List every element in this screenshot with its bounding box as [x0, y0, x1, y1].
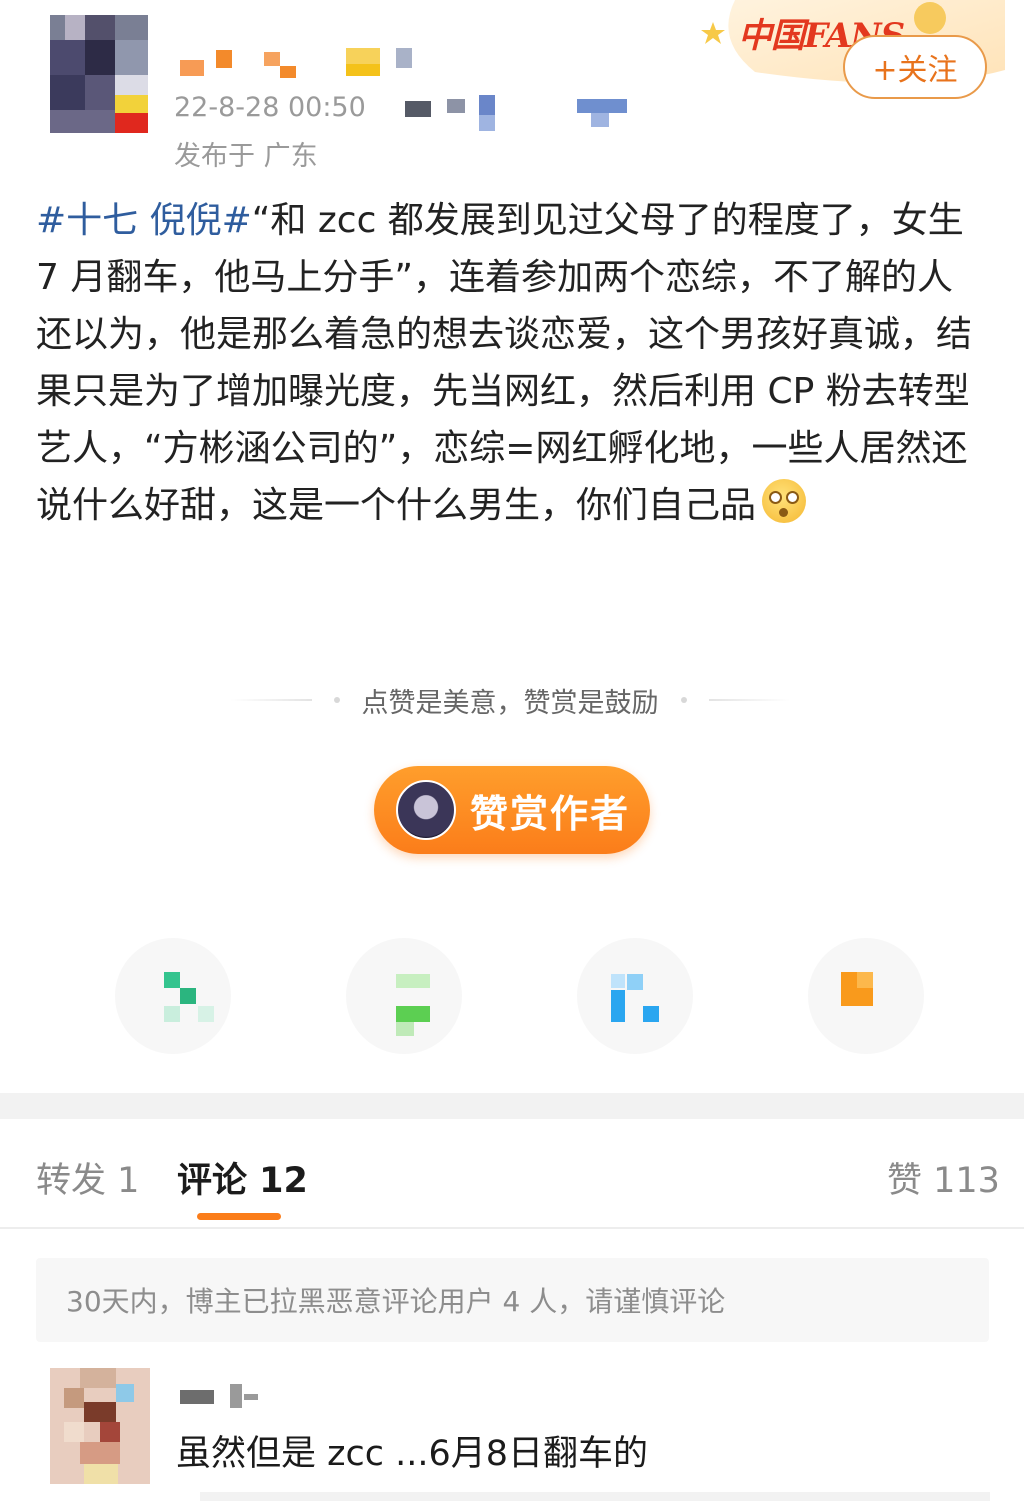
reward-avatar: [396, 780, 456, 840]
reward-tip-line: 点赞是美意，赞赏是鼓励: [230, 683, 790, 719]
tab-repost[interactable]: 转发 1: [36, 1152, 139, 1203]
active-tab-indicator: [197, 1213, 281, 1220]
supporter-avatar[interactable]: [577, 938, 693, 1054]
post-location: 发布于 广东: [174, 141, 318, 172]
divider: [230, 699, 312, 701]
tab-likes[interactable]: 赞 113: [887, 1152, 1000, 1203]
post-timestamp: 22-8-28 00:50: [174, 92, 366, 123]
reward-tip: 点赞是美意，赞赏是鼓励: [361, 687, 659, 719]
commenter-avatar[interactable]: [50, 1368, 150, 1484]
author-name-redacted[interactable]: [180, 48, 420, 80]
supporter-avatar[interactable]: [808, 938, 924, 1054]
comment-footer-bar: [200, 1492, 990, 1501]
reward-author-button[interactable]: 赞赏作者: [374, 766, 650, 854]
author-avatar[interactable]: [50, 15, 148, 133]
comment-notice-text: 30天内，博主已拉黑恶意评论用户 4 人，请谨慎评论: [66, 1285, 726, 1318]
topic-hashtag[interactable]: #十七 倪倪#: [36, 200, 252, 241]
divider-dot: [680, 697, 687, 703]
comment-notice: 30天内，博主已拉黑恶意评论用户 4 人，请谨慎评论: [36, 1258, 989, 1342]
comment-text: 虽然但是 zcc ...6月8日翻车的: [176, 1434, 649, 1474]
divider: [708, 699, 790, 701]
commenter-name-redacted[interactable]: [180, 1382, 270, 1410]
section-separator: [0, 1093, 1024, 1119]
divider-dot: [333, 697, 340, 703]
tab-comments[interactable]: 评论 12: [177, 1152, 308, 1203]
supporter-avatar[interactable]: [115, 938, 231, 1054]
supporter-avatar[interactable]: [346, 938, 462, 1054]
follow-label: +关注: [872, 53, 958, 88]
post-source-redacted: [405, 95, 635, 133]
divider: [0, 1227, 1024, 1229]
reward-button-label: 赞赏作者: [470, 791, 631, 836]
dizzy-face-emoji-icon: [762, 479, 807, 523]
post-text: “和 zcc 都发展到见过父母了的程度了，女生 7 月翻车，他马上分手”，连着参…: [36, 200, 973, 526]
post-content: #十七 倪倪#“和 zcc 都发展到见过父母了的程度了，女生 7 月翻车，他马上…: [36, 192, 986, 534]
follow-button[interactable]: +关注: [843, 35, 987, 99]
